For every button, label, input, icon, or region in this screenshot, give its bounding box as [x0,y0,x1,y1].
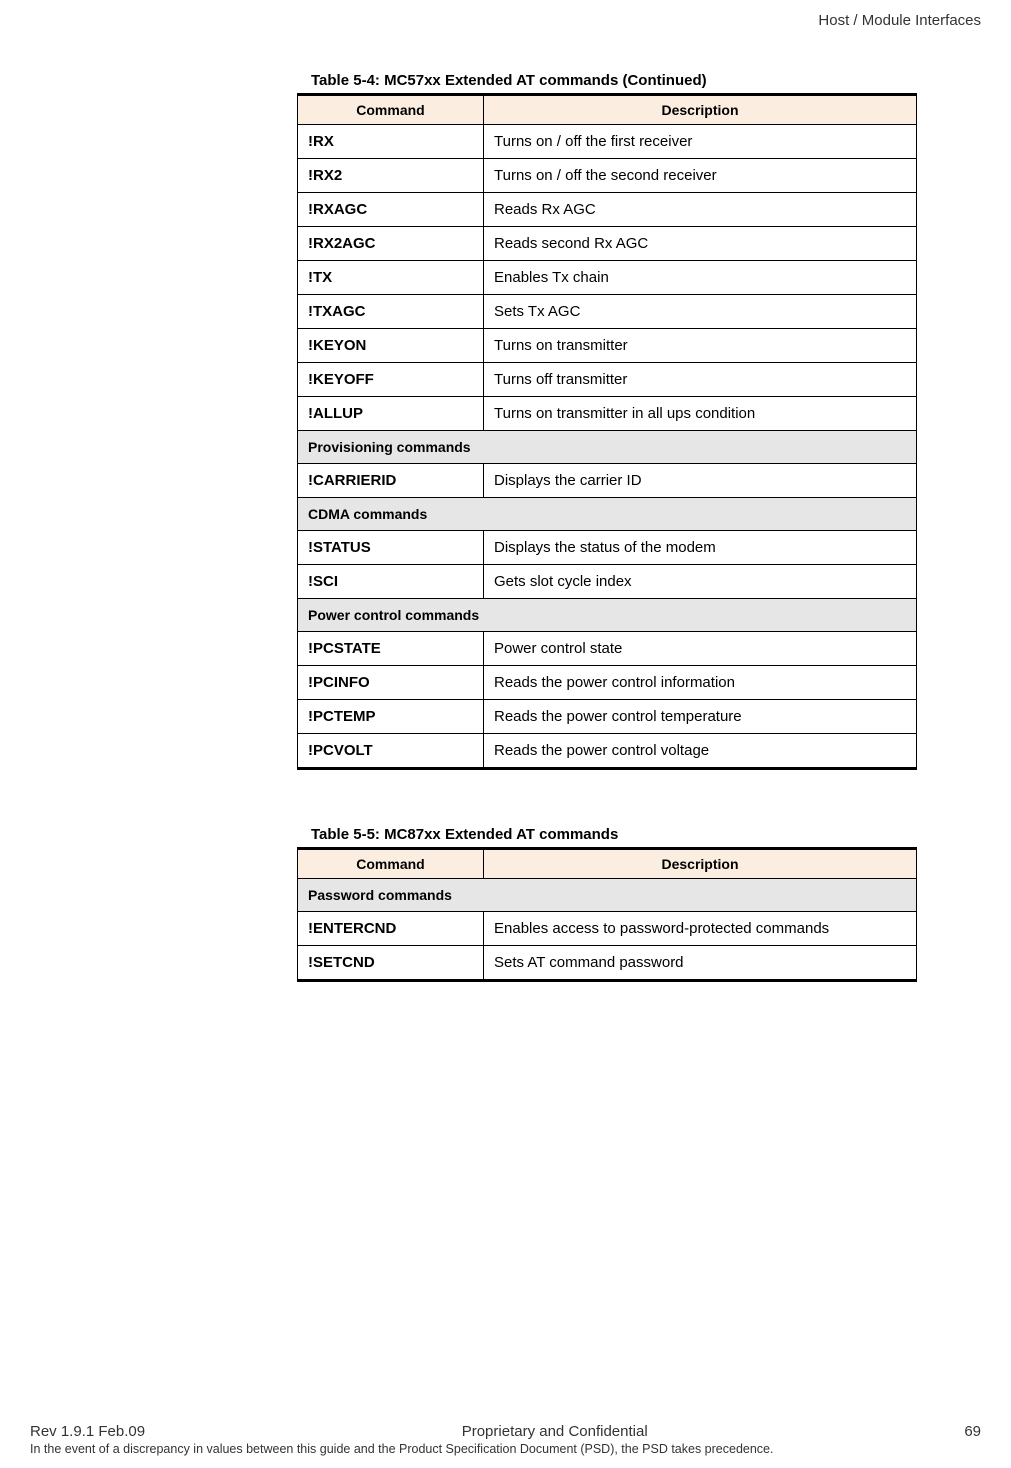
table-row: CDMA commands [298,498,917,531]
table2-head-command: Command [298,849,484,879]
table-row: Password commands [298,879,917,912]
section-label: Password commands [298,879,917,912]
description-cell: Reads second Rx AGC [484,227,917,261]
description-cell: Gets slot cycle index [484,565,917,599]
table-row: !RX2AGCReads second Rx AGC [298,227,917,261]
command-cell: !ALLUP [298,397,484,431]
description-cell: Reads the power control voltage [484,734,917,769]
table-row: !PCVOLTReads the power control voltage [298,734,917,769]
command-cell: !SETCND [298,946,484,981]
description-cell: Displays the carrier ID [484,464,917,498]
description-cell: Reads the power control information [484,666,917,700]
footer-rev: Rev 1.9.1 Feb.09 [30,1423,145,1440]
command-cell: !TX [298,261,484,295]
table-row: !ALLUPTurns on transmitter in all ups co… [298,397,917,431]
table2: Command Description Password commands!EN… [297,847,917,982]
table-row: !KEYONTurns on transmitter [298,329,917,363]
footer: Rev 1.9.1 Feb.09 Proprietary and Confide… [30,1423,981,1456]
description-cell: Sets Tx AGC [484,295,917,329]
description-cell: Enables Tx chain [484,261,917,295]
table-row: !SCIGets slot cycle index [298,565,917,599]
section-label: Power control commands [298,599,917,632]
description-cell: Reads Rx AGC [484,193,917,227]
table-row: !ENTERCNDEnables access to password-prot… [298,912,917,946]
command-cell: !KEYON [298,329,484,363]
footer-center: Proprietary and Confidential [462,1423,648,1440]
command-cell: !ENTERCND [298,912,484,946]
description-cell: Turns on / off the first receiver [484,125,917,159]
table1-head-description: Description [484,95,917,125]
main-content: Table 5-4: MC57xx Extended AT commands (… [297,72,917,982]
description-cell: Enables access to password-protected com… [484,912,917,946]
command-cell: !RX [298,125,484,159]
footer-page: 69 [964,1423,981,1440]
command-cell: !PCSTATE [298,632,484,666]
table-row: !TXEnables Tx chain [298,261,917,295]
table-row: !PCINFOReads the power control informati… [298,666,917,700]
description-cell: Sets AT command password [484,946,917,981]
table2-caption: Table 5-5: MC87xx Extended AT commands [311,826,917,843]
section-label: Provisioning commands [298,431,917,464]
description-cell: Reads the power control temperature [484,700,917,734]
description-cell: Turns off transmitter [484,363,917,397]
table-row: !RXTurns on / off the first receiver [298,125,917,159]
table-row: !STATUSDisplays the status of the modem [298,531,917,565]
table-row: !RX2Turns on / off the second receiver [298,159,917,193]
command-cell: !RXAGC [298,193,484,227]
command-cell: !STATUS [298,531,484,565]
table1: Command Description !RXTurns on / off th… [297,93,917,770]
description-cell: Turns on transmitter in all ups conditio… [484,397,917,431]
table-row: !SETCNDSets AT command password [298,946,917,981]
command-cell: !CARRIERID [298,464,484,498]
table-row: !KEYOFFTurns off transmitter [298,363,917,397]
command-cell: !PCTEMP [298,700,484,734]
command-cell: !SCI [298,565,484,599]
table-row: !PCSTATEPower control state [298,632,917,666]
footer-note: In the event of a discrepancy in values … [30,1442,981,1456]
description-cell: Turns on / off the second receiver [484,159,917,193]
table1-caption: Table 5-4: MC57xx Extended AT commands (… [311,72,917,89]
table1-head-command: Command [298,95,484,125]
command-cell: !PCVOLT [298,734,484,769]
table-row: !PCTEMPReads the power control temperatu… [298,700,917,734]
description-cell: Turns on transmitter [484,329,917,363]
table-row: !TXAGCSets Tx AGC [298,295,917,329]
command-cell: !KEYOFF [298,363,484,397]
command-cell: !RX2 [298,159,484,193]
command-cell: !TXAGC [298,295,484,329]
command-cell: !RX2AGC [298,227,484,261]
table-row: !CARRIERIDDisplays the carrier ID [298,464,917,498]
table-row: Provisioning commands [298,431,917,464]
table2-head-description: Description [484,849,917,879]
description-cell: Power control state [484,632,917,666]
header-section: Host / Module Interfaces [818,12,981,29]
table-row: Power control commands [298,599,917,632]
table-row: !RXAGCReads Rx AGC [298,193,917,227]
section-label: CDMA commands [298,498,917,531]
description-cell: Displays the status of the modem [484,531,917,565]
command-cell: !PCINFO [298,666,484,700]
